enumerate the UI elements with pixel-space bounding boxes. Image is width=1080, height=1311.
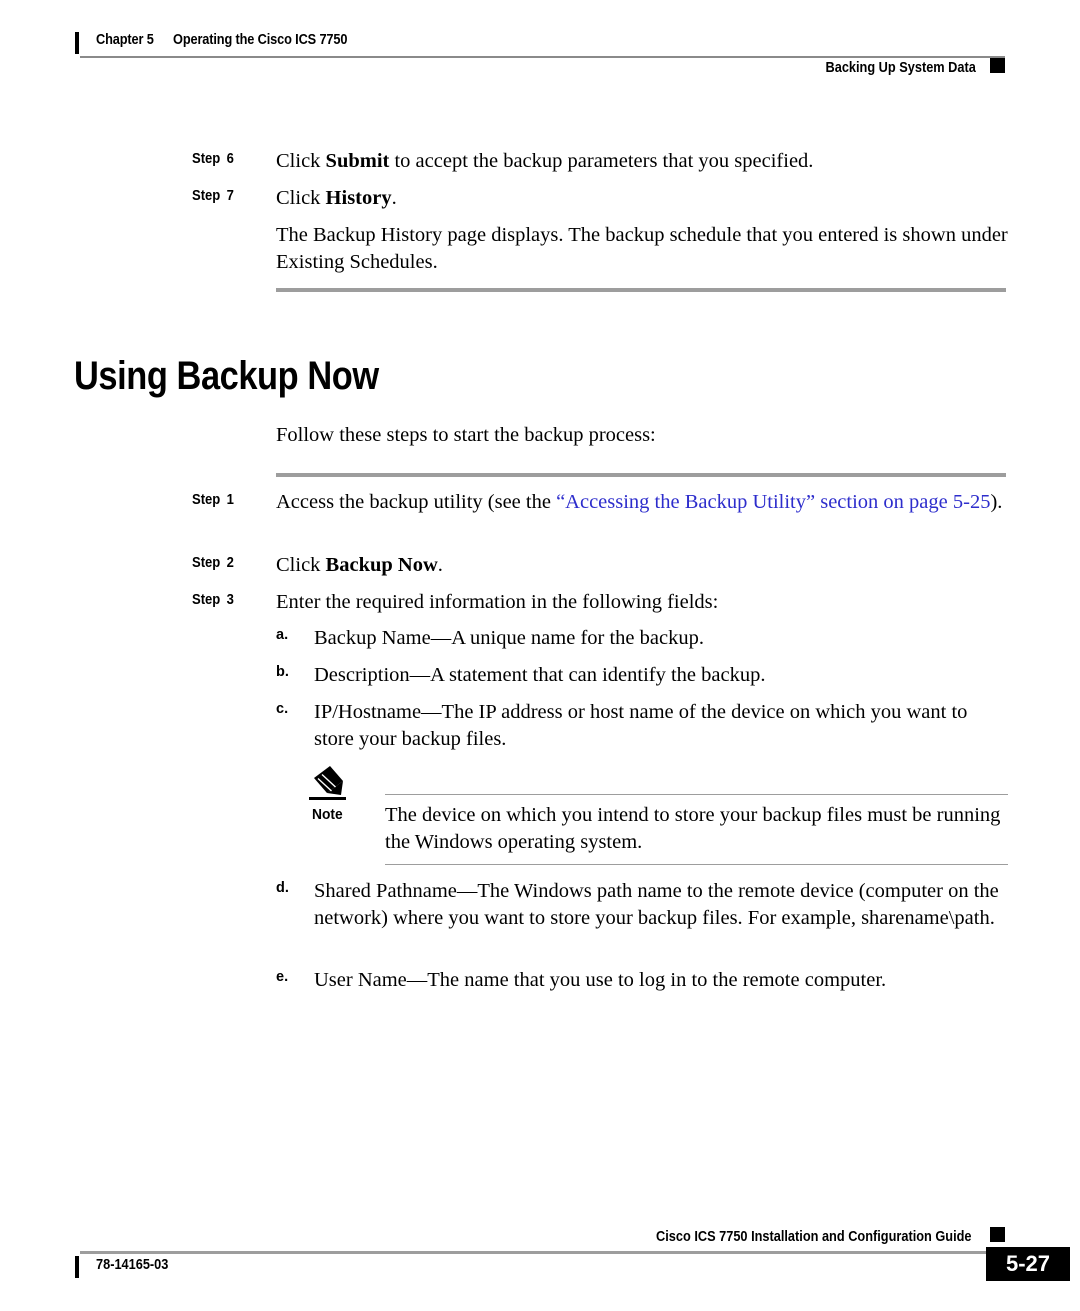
step2-bold-backup-now: Backup Now (325, 554, 438, 576)
field-term-e: User Name (314, 969, 407, 991)
step-word: Step (192, 592, 221, 608)
step-row-2: Step 2 Click Backup Now. (192, 552, 1008, 579)
list-text-c: IP/Hostname—The IP address or host name … (314, 699, 1008, 753)
step-row-6: Step 6 Click Submit to accept the backup … (192, 148, 1008, 175)
step-row-1: Step 1 Access the backup utility (see the… (192, 489, 1008, 516)
list-text-e: User Name—The name that you use to log i… (314, 967, 1008, 994)
field-desc-b: —A statement that can identify the backu… (409, 664, 766, 686)
step2-text-after: . (437, 554, 443, 576)
list-marker-d: d. (276, 880, 289, 896)
section-rule-steps (276, 473, 1006, 477)
page-footer: Cisco ICS 7750 Installation and Configur… (0, 1225, 1080, 1295)
step-word: Step (192, 188, 221, 204)
list-marker-b: b. (276, 664, 289, 680)
list-item-a: a. Backup Name—A unique name for the bac… (276, 625, 1008, 652)
step1-text-before: Access the backup utility (see the (276, 491, 557, 513)
step7-text-before: Click (276, 187, 326, 209)
page-heading: Using Backup Now (74, 354, 379, 398)
note-text: The device on which you intend to store … (385, 804, 1001, 853)
page-header: Chapter 5 Operating the Cisco ICS 7750 Ba… (0, 30, 1080, 82)
note-label: Note (312, 806, 343, 823)
step7-bold-history: History (325, 187, 392, 209)
step-text-2: Click Backup Now. (276, 552, 1008, 579)
header-square-marker (990, 58, 1005, 73)
list-item-e: e. User Name—The name that you use to lo… (276, 967, 1008, 994)
step-number: 7 (226, 188, 234, 204)
page-number-badge: 5-27 (986, 1247, 1070, 1281)
intro-paragraph: Follow these steps to start the backup p… (276, 424, 656, 446)
step7-result-paragraph: The Backup History page displays. The ba… (276, 224, 1008, 273)
list-marker-e: e. (276, 969, 289, 985)
step-label-7: Step 7 (192, 188, 260, 204)
step-label-6: Step 6 (192, 151, 260, 167)
step-label-3: Step 3 (192, 592, 260, 608)
note-rule-top (385, 794, 1008, 795)
footer-document-number: 78-14165-03 (96, 1257, 169, 1273)
list-text-d: Shared Pathname—The Windows path name to… (314, 878, 1008, 932)
header-chapter: Chapter 5 Operating the Cisco ICS 7750 (96, 32, 347, 48)
step-word: Step (192, 555, 221, 571)
field-term-a: Backup Name (314, 627, 431, 649)
step6-bold-submit: Submit (325, 150, 390, 172)
header-margin-tick (75, 32, 79, 54)
step-label-2: Step 2 (192, 555, 260, 571)
step-number: 6 (226, 151, 234, 167)
field-term-c: IP/Hostname (314, 701, 422, 723)
section-rule-top (276, 288, 1006, 292)
field-desc-a: —A unique name for the backup. (430, 627, 704, 649)
list-marker-c: c. (276, 701, 289, 717)
note-rule-bottom (385, 864, 1008, 865)
step-row-3: Step 3 Enter the required information in … (192, 589, 1008, 616)
step6-text-after: to accept the backup parameters that you… (389, 150, 814, 172)
document-page: Chapter 5 Operating the Cisco ICS 7750 Ba… (0, 0, 1080, 1311)
footer-square-marker (990, 1227, 1005, 1242)
step-text-3: Enter the required information in the fo… (276, 591, 719, 613)
field-term-d: Shared Pathname (314, 880, 457, 902)
cross-reference-link[interactable]: “Accessing the Backup Utility” section o… (556, 491, 990, 513)
step-number: 1 (226, 492, 234, 508)
list-item-d: d. Shared Pathname—The Windows path name… (276, 878, 1008, 932)
step-word: Step (192, 151, 221, 167)
step2-text-before: Click (276, 554, 326, 576)
step7-text-after: . (391, 187, 397, 209)
step1-text-after: ). (990, 491, 1003, 513)
step-number: 2 (226, 555, 234, 571)
header-section-title: Backing Up System Data (825, 60, 976, 76)
header-chapter-label: Chapter 5 (96, 32, 154, 48)
header-rule (80, 56, 1005, 58)
footer-guide-title: Cisco ICS 7750 Installation and Configur… (656, 1229, 972, 1245)
pencil-icon (306, 764, 358, 804)
step-text-6: Click Submit to accept the backup parame… (276, 148, 1008, 175)
step6-text-before: Click (276, 150, 326, 172)
footer-rule (80, 1251, 1005, 1254)
list-text-b: Description—A statement that can identif… (314, 662, 1008, 689)
header-chapter-title: Operating the Cisco ICS 7750 (173, 32, 348, 48)
field-desc-e: —The name that you use to log in to the … (406, 969, 887, 991)
step-text-7: Click History. (276, 185, 1008, 212)
list-item-c: c. IP/Hostname—The IP address or host na… (276, 699, 1008, 753)
list-marker-a: a. (276, 627, 289, 643)
footer-margin-tick (75, 1256, 79, 1278)
step-word: Step (192, 492, 221, 508)
step-text-1: Access the backup utility (see the “Acce… (276, 489, 1008, 516)
list-item-b: b. Description—A statement that can iden… (276, 662, 1008, 689)
step-label-1: Step 1 (192, 492, 260, 508)
list-text-a: Backup Name—A unique name for the backup… (314, 625, 1008, 652)
field-term-b: Description (314, 664, 410, 686)
step-number: 3 (226, 592, 234, 608)
step-row-7: Step 7 Click History. (192, 185, 1008, 212)
